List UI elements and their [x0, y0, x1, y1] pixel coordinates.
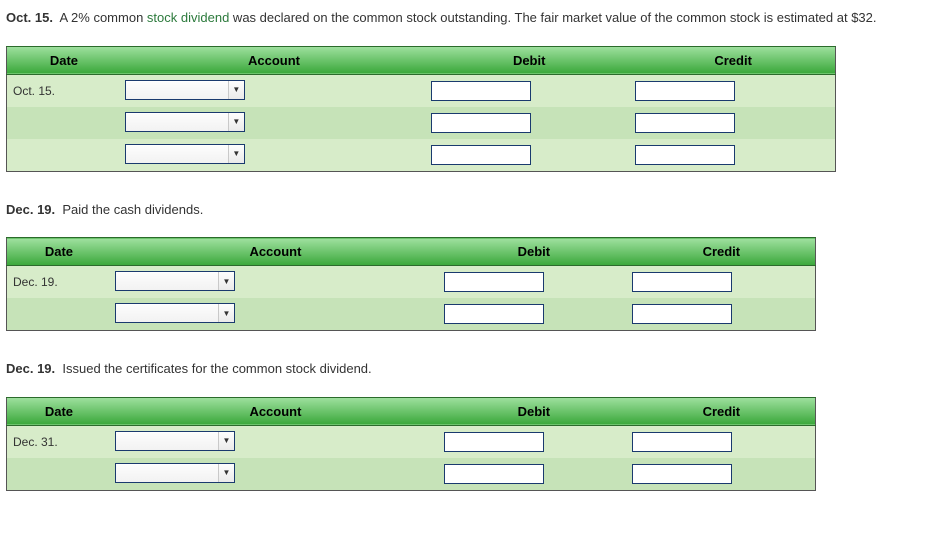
col-header-debit: Debit	[427, 46, 631, 74]
chevron-down-icon: ▼	[228, 81, 244, 99]
table-row: Dec. 19. ▼	[7, 266, 816, 299]
section-3-date: Dec. 19.	[6, 361, 55, 376]
date-cell	[7, 458, 111, 491]
col-header-account: Account	[111, 397, 440, 425]
journal-table-3-wrap: Date Account Debit Credit Dec. 31. ▼ ▼	[6, 397, 930, 491]
debit-input[interactable]	[444, 272, 544, 292]
chevron-down-icon: ▼	[218, 432, 234, 450]
journal-table-3: Date Account Debit Credit Dec. 31. ▼ ▼	[6, 397, 816, 491]
col-header-account: Account	[121, 46, 427, 74]
account-select[interactable]: ▼	[115, 431, 235, 451]
credit-input[interactable]	[632, 304, 732, 324]
journal-table-1: Date Account Debit Credit Oct. 15. ▼ ▼	[6, 46, 836, 172]
col-header-date: Date	[7, 238, 111, 266]
journal-table-1-wrap: Date Account Debit Credit Oct. 15. ▼ ▼	[6, 46, 930, 172]
chevron-down-icon: ▼	[218, 464, 234, 482]
account-select-value	[116, 464, 218, 482]
account-select[interactable]: ▼	[115, 271, 235, 291]
account-select-value	[126, 113, 228, 131]
chevron-down-icon: ▼	[228, 113, 244, 131]
section-3-intro-text: Issued the certificates for the common s…	[62, 361, 371, 376]
section-2-intro: Dec. 19. Paid the cash dividends.	[6, 200, 930, 220]
debit-input[interactable]	[431, 113, 531, 133]
debit-input[interactable]	[431, 145, 531, 165]
account-select[interactable]: ▼	[115, 463, 235, 483]
date-cell: Oct. 15.	[7, 74, 121, 107]
section-1-intro-pre: A 2% common	[59, 10, 146, 25]
account-select-value	[116, 304, 218, 322]
date-cell	[7, 139, 121, 172]
table-header-row: Date Account Debit Credit	[7, 46, 836, 74]
col-header-account: Account	[111, 238, 440, 266]
table-row: ▼	[7, 107, 836, 139]
table-header-row: Date Account Debit Credit	[7, 238, 816, 266]
table-row: Oct. 15. ▼	[7, 74, 836, 107]
account-select-value	[116, 272, 218, 290]
section-1-date: Oct. 15.	[6, 10, 53, 25]
table-row: Dec. 31. ▼	[7, 425, 816, 458]
section-1-intro-post: was declared on the common stock outstan…	[229, 10, 876, 25]
date-cell	[7, 107, 121, 139]
table-row: ▼	[7, 139, 836, 172]
journal-table-2-wrap: Date Account Debit Credit Dec. 19. ▼ ▼	[6, 237, 930, 331]
date-cell: Dec. 19.	[7, 266, 111, 299]
section-2-date: Dec. 19.	[6, 202, 55, 217]
account-select[interactable]: ▼	[115, 303, 235, 323]
table-row: ▼	[7, 458, 816, 491]
chevron-down-icon: ▼	[218, 272, 234, 290]
account-select[interactable]: ▼	[125, 80, 245, 100]
account-select-value	[126, 81, 228, 99]
col-header-credit: Credit	[631, 46, 835, 74]
credit-input[interactable]	[632, 464, 732, 484]
col-header-date: Date	[7, 397, 111, 425]
section-3-intro: Dec. 19. Issued the certificates for the…	[6, 359, 930, 379]
col-header-debit: Debit	[440, 397, 628, 425]
debit-input[interactable]	[444, 304, 544, 324]
chevron-down-icon: ▼	[228, 145, 244, 163]
credit-input[interactable]	[632, 272, 732, 292]
col-header-credit: Credit	[628, 238, 816, 266]
stock-dividend-link[interactable]: stock dividend	[147, 10, 229, 25]
account-select-value	[116, 432, 218, 450]
col-header-debit: Debit	[440, 238, 628, 266]
date-cell	[7, 298, 111, 331]
debit-input[interactable]	[444, 432, 544, 452]
account-select-value	[126, 145, 228, 163]
journal-table-2: Date Account Debit Credit Dec. 19. ▼ ▼	[6, 237, 816, 331]
credit-input[interactable]	[632, 432, 732, 452]
debit-input[interactable]	[444, 464, 544, 484]
chevron-down-icon: ▼	[218, 304, 234, 322]
credit-input[interactable]	[635, 81, 735, 101]
credit-input[interactable]	[635, 145, 735, 165]
debit-input[interactable]	[431, 81, 531, 101]
credit-input[interactable]	[635, 113, 735, 133]
table-row: ▼	[7, 298, 816, 331]
date-cell: Dec. 31.	[7, 425, 111, 458]
col-header-credit: Credit	[628, 397, 816, 425]
section-2-intro-text: Paid the cash dividends.	[62, 202, 203, 217]
section-1-intro: Oct. 15. A 2% common stock dividend was …	[6, 8, 930, 28]
account-select[interactable]: ▼	[125, 144, 245, 164]
account-select[interactable]: ▼	[125, 112, 245, 132]
col-header-date: Date	[7, 46, 121, 74]
table-header-row: Date Account Debit Credit	[7, 397, 816, 425]
